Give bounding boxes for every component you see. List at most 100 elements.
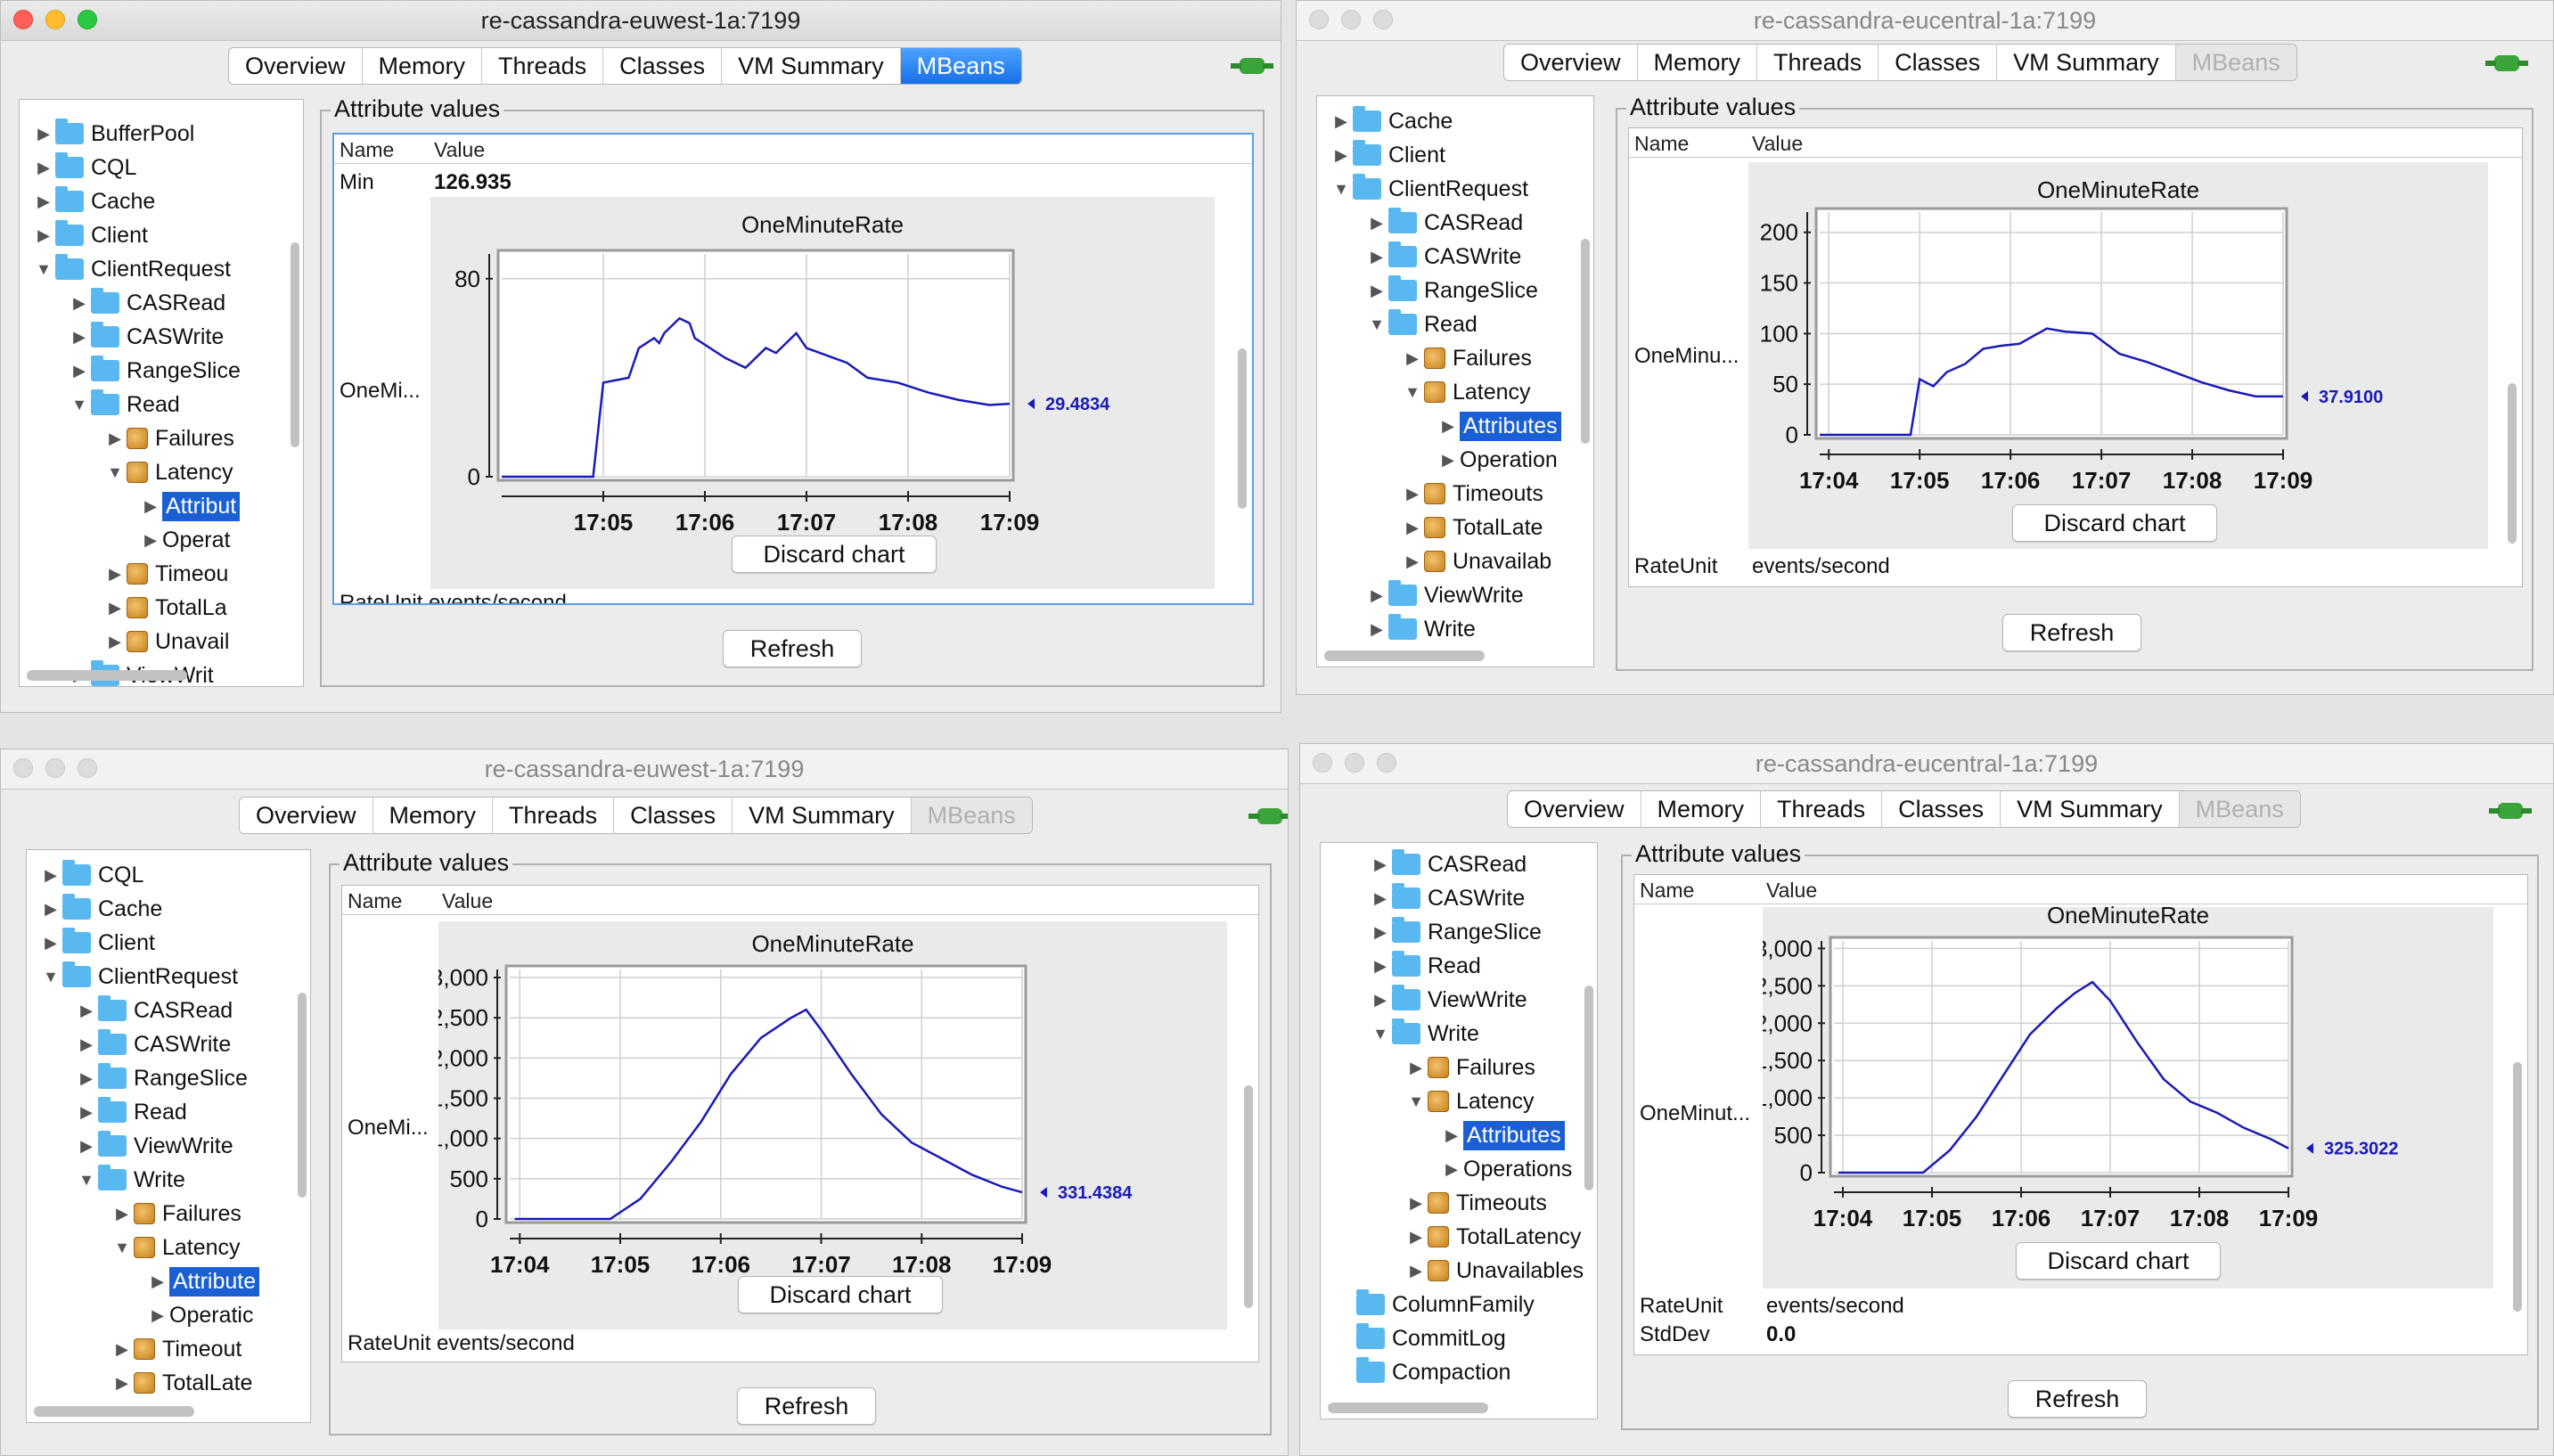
tree-node[interactable]: ▶ Unavail <box>103 626 229 658</box>
collapsed-arrow-icon[interactable]: ▶ <box>1369 923 1392 942</box>
tree-node[interactable]: ▼ Write <box>1369 1018 1479 1050</box>
title-bar[interactable]: re-cassandra-eucentral-1a:7199 <box>1297 1 2553 41</box>
tree-node[interactable]: ▶ CASWrite <box>68 321 224 353</box>
tree-horizontal-scrollbar[interactable] <box>1324 650 1485 661</box>
minimize-window-icon[interactable] <box>45 758 65 778</box>
collapsed-arrow-icon[interactable]: ▶ <box>1330 146 1353 165</box>
tree-node[interactable]: ▶ CASRead <box>1365 207 1523 239</box>
tree-vertical-scrollbar[interactable] <box>1584 986 1593 1190</box>
collapsed-arrow-icon[interactable]: ▶ <box>68 362 91 380</box>
tree-node[interactable]: ▶ Client <box>32 219 148 251</box>
collapsed-arrow-icon[interactable]: ▶ <box>75 1035 98 1054</box>
tree-node[interactable]: ▼ Read <box>1365 308 1478 340</box>
zoom-window-icon[interactable] <box>78 758 97 778</box>
tree-node[interactable]: ▶ TotalLate <box>1401 511 1543 544</box>
expanded-arrow-icon[interactable]: ▼ <box>68 396 91 414</box>
tab-vm-summary[interactable]: VM Summary <box>2001 791 2180 827</box>
tree-node[interactable]: ▶ Timeou <box>103 558 228 590</box>
tree-node[interactable]: ▶ CQL <box>32 151 136 184</box>
column-header-value[interactable]: Value <box>1752 132 1803 156</box>
tree-horizontal-scrollbar[interactable] <box>27 670 187 681</box>
minimize-window-icon[interactable] <box>45 10 65 29</box>
column-header-name[interactable]: Name <box>348 889 402 913</box>
tree-vertical-scrollbar[interactable] <box>291 242 299 447</box>
tab-memory[interactable]: Memory <box>363 48 483 84</box>
expanded-arrow-icon[interactable]: ▼ <box>32 260 55 279</box>
tab-classes[interactable]: Classes <box>614 798 733 833</box>
tree-node[interactable]: ▶ Timeouts <box>1404 1187 1547 1219</box>
collapsed-arrow-icon[interactable]: ▶ <box>1404 1194 1428 1213</box>
tab-threads[interactable]: Threads <box>493 798 615 833</box>
tree-vertical-scrollbar[interactable] <box>298 993 307 1198</box>
collapsed-arrow-icon[interactable]: ▶ <box>32 226 55 245</box>
tree-node[interactable]: ▶ TotalLate <box>111 1367 252 1399</box>
tab-mbeans[interactable]: MBeans <box>2179 791 2300 827</box>
table-scrollbar[interactable] <box>2513 1062 2522 1312</box>
collapsed-arrow-icon[interactable]: ▶ <box>1401 349 1424 368</box>
tree-node[interactable]: ▶ Failures <box>1401 342 1532 374</box>
tree-node[interactable]: CommitLog <box>1333 1322 1506 1354</box>
tree-node[interactable]: ▼ ClientRequest <box>39 961 238 993</box>
column-header-name[interactable]: Name <box>1634 132 1689 156</box>
tab-classes[interactable]: Classes <box>1882 791 2001 827</box>
tree-node[interactable]: ▶ Timeouts <box>1401 478 1543 510</box>
tree-node[interactable]: ▶ Operatic <box>146 1299 253 1331</box>
tree-node[interactable]: ▶ CASRead <box>75 994 233 1027</box>
column-header-value[interactable]: Value <box>1766 879 1817 903</box>
discard-chart-button[interactable]: Discard chart <box>2012 504 2217 542</box>
collapsed-arrow-icon[interactable]: ▶ <box>1365 620 1388 639</box>
refresh-button[interactable]: Refresh <box>723 630 862 667</box>
collapsed-arrow-icon[interactable]: ▶ <box>111 1374 134 1393</box>
collapsed-arrow-icon[interactable]: ▶ <box>103 633 127 651</box>
tree-node[interactable]: ▶ CASRead <box>68 287 225 319</box>
tree-node[interactable]: ▶ CASRead <box>1369 848 1527 880</box>
collapsed-arrow-icon[interactable]: ▶ <box>1369 889 1392 908</box>
collapsed-arrow-icon[interactable]: ▶ <box>1437 417 1460 436</box>
tree-node[interactable]: ▼ Write <box>75 1164 185 1196</box>
tab-threads[interactable]: Threads <box>1757 45 1879 80</box>
expanded-arrow-icon[interactable]: ▼ <box>1330 180 1353 199</box>
collapsed-arrow-icon[interactable]: ▶ <box>1365 586 1388 605</box>
refresh-button[interactable]: Refresh <box>737 1387 876 1425</box>
zoom-window-icon[interactable] <box>1377 753 1396 773</box>
collapsed-arrow-icon[interactable]: ▶ <box>1440 1126 1463 1145</box>
tree-node[interactable]: ▶ CASWrite <box>1365 241 1521 273</box>
collapsed-arrow-icon[interactable]: ▶ <box>1369 957 1392 976</box>
collapsed-arrow-icon[interactable]: ▶ <box>75 1137 98 1156</box>
tab-vm-summary[interactable]: VM Summary <box>722 48 901 84</box>
column-header-name[interactable]: Name <box>1640 879 1694 903</box>
tree-node[interactable]: ▶ Read <box>75 1096 187 1128</box>
collapsed-arrow-icon[interactable]: ▶ <box>68 328 91 347</box>
mbean-tree[interactable]: ▶ BufferPool ▶ CQL ▶ Cache ▶ Client ▼ ClientReque… <box>19 99 304 687</box>
discard-chart-button[interactable]: Discard chart <box>2016 1242 2221 1280</box>
tree-node[interactable]: ▶ RangeSlice <box>1369 916 1542 948</box>
collapsed-arrow-icon[interactable]: ▶ <box>1401 485 1424 503</box>
column-header-value[interactable]: Value <box>442 889 493 913</box>
tree-node[interactable]: ▼ ClientRequest <box>32 253 231 285</box>
collapsed-arrow-icon[interactable]: ▶ <box>103 599 127 618</box>
tab-threads[interactable]: Threads <box>1761 791 1883 827</box>
tree-node[interactable]: ▶ Failures <box>1404 1051 1535 1084</box>
close-window-icon[interactable] <box>13 10 33 29</box>
tree-node[interactable]: ▶ TotalLatency <box>1404 1221 1581 1253</box>
collapsed-arrow-icon[interactable]: ▶ <box>32 159 55 177</box>
expanded-arrow-icon[interactable]: ▼ <box>1401 383 1424 402</box>
collapsed-arrow-icon[interactable]: ▶ <box>1365 214 1388 233</box>
tree-node[interactable]: ▶ Failures <box>111 1198 241 1230</box>
column-header-name[interactable]: Name <box>340 138 394 162</box>
collapsed-arrow-icon[interactable]: ▶ <box>1437 451 1460 470</box>
tab-memory[interactable]: Memory <box>1641 791 1762 827</box>
collapsed-arrow-icon[interactable]: ▶ <box>139 531 162 550</box>
table-scrollbar[interactable] <box>1244 1085 1253 1308</box>
tree-node[interactable]: ▶ Write <box>1365 613 1476 645</box>
tree-node[interactable]: ▶ Failures <box>103 422 234 454</box>
tree-node[interactable]: ▼ Read <box>68 389 180 421</box>
expanded-arrow-icon[interactable]: ▼ <box>103 463 127 482</box>
tree-node[interactable]: ▶ RangeSlice <box>1365 274 1538 307</box>
column-header-value[interactable]: Value <box>434 138 485 162</box>
tree-node[interactable]: ▶ Unavailables <box>1404 1255 1584 1287</box>
tree-node[interactable]: ▶ BufferPool <box>32 118 194 150</box>
collapsed-arrow-icon[interactable]: ▶ <box>1401 519 1424 537</box>
tree-node[interactable]: ▶ Unavailab <box>1401 545 1551 577</box>
tree-node[interactable]: ▶ Operat <box>139 524 230 556</box>
